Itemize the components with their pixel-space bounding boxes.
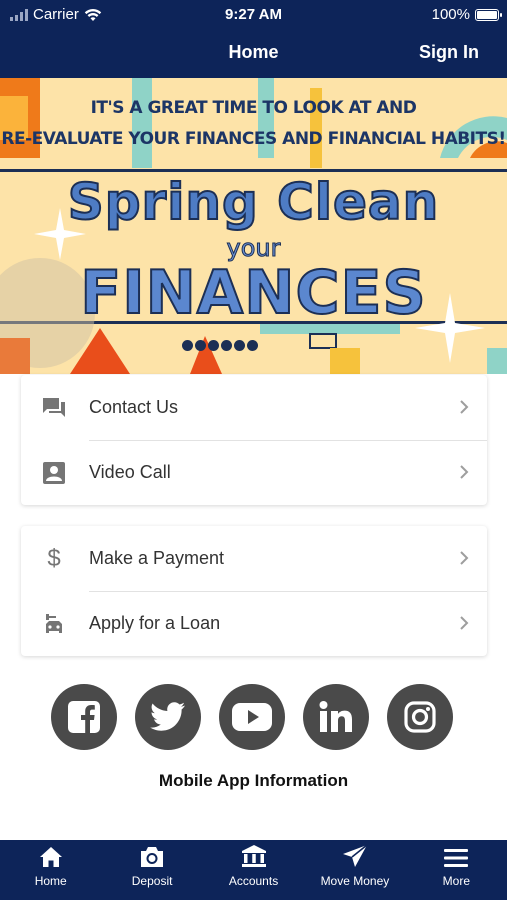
banner-instagram-icon [208, 340, 219, 351]
home-icon [39, 847, 62, 867]
instagram-button[interactable] [387, 684, 453, 750]
tab-move-money-label: Move Money [320, 874, 390, 888]
bottom-tab-bar: Home Deposit Accounts Move Money More [0, 840, 507, 900]
banner-linkedin-icon [221, 340, 232, 351]
tab-more-label: More [442, 874, 470, 888]
tab-accounts[interactable]: Accounts [203, 840, 304, 900]
tab-move-money[interactable]: Move Money [304, 840, 405, 900]
facebook-icon [68, 701, 100, 733]
chevron-right-icon [460, 551, 469, 565]
youtube-button[interactable] [219, 684, 285, 750]
car-loan-icon [41, 611, 67, 637]
banner-social-icons [182, 340, 258, 351]
chevron-right-icon [460, 400, 469, 414]
battery-label: 100% [431, 6, 470, 23]
banner-twitter-icon [195, 340, 206, 351]
battery-status: 100% [431, 6, 502, 23]
contact-us-label: Contact Us [89, 397, 179, 417]
status-bar: Carrier 9:27 AM 100% [0, 0, 507, 28]
payments-card: $ Make a Payment Apply for a Loan [21, 526, 487, 656]
camera-icon [141, 847, 164, 867]
banner-line-1: IT'S A GREAT TIME TO LOOK AT AND [90, 98, 417, 118]
chevron-right-icon [460, 616, 469, 630]
list-item-video-call[interactable]: Video Call [21, 440, 487, 505]
video-call-icon [41, 460, 67, 486]
battery-icon [475, 8, 502, 21]
list-item-make-payment[interactable]: $ Make a Payment [21, 526, 487, 591]
twitter-icon [150, 702, 185, 731]
banner-title-spring-clean: Spring Clean [67, 172, 440, 232]
mobile-app-info-link[interactable]: Mobile App Information [0, 771, 507, 791]
tab-deposit[interactable]: Deposit [101, 840, 202, 900]
banner-line-2: RE-EVALUATE YOUR FINANCES AND FINANCIAL … [1, 129, 506, 149]
apply-loan-label: Apply for a Loan [89, 613, 221, 633]
chat-icon [41, 395, 67, 421]
chevron-right-icon [460, 465, 469, 479]
tab-more[interactable]: More [406, 840, 507, 900]
banner-tiktok-icon [247, 340, 258, 351]
twitter-button[interactable] [135, 684, 201, 750]
tab-home-label: Home [34, 874, 67, 888]
banner-facebook-icon [182, 340, 193, 351]
menu-icon [444, 849, 469, 867]
contact-card: Contact Us Video Call [21, 375, 487, 505]
facebook-button[interactable] [51, 684, 117, 750]
promo-banner[interactable]: IT'S A GREAT TIME TO LOOK AT AND RE-EVAL… [0, 78, 507, 374]
tab-home[interactable]: Home [0, 840, 101, 900]
linkedin-icon [319, 701, 352, 732]
banner-title-finances: FINANCES [79, 257, 427, 329]
tab-deposit-label: Deposit [131, 874, 173, 888]
app-header: Carrier 9:27 AM 100% Home Sign In [0, 0, 507, 78]
social-links [51, 684, 453, 750]
banner-youtube-icon [234, 340, 245, 351]
list-item-contact-us[interactable]: Contact Us [21, 375, 487, 440]
make-payment-label: Make a Payment [89, 548, 225, 568]
list-item-apply-loan[interactable]: Apply for a Loan [21, 591, 487, 656]
dollar-icon: $ [47, 545, 61, 572]
video-call-label: Video Call [89, 462, 171, 482]
linkedin-button[interactable] [303, 684, 369, 750]
youtube-icon [232, 703, 272, 731]
sign-in-button[interactable]: Sign In [419, 42, 479, 63]
instagram-icon [404, 701, 436, 733]
tab-accounts-label: Accounts [228, 874, 279, 888]
bank-icon [241, 845, 266, 867]
send-icon [342, 844, 368, 867]
